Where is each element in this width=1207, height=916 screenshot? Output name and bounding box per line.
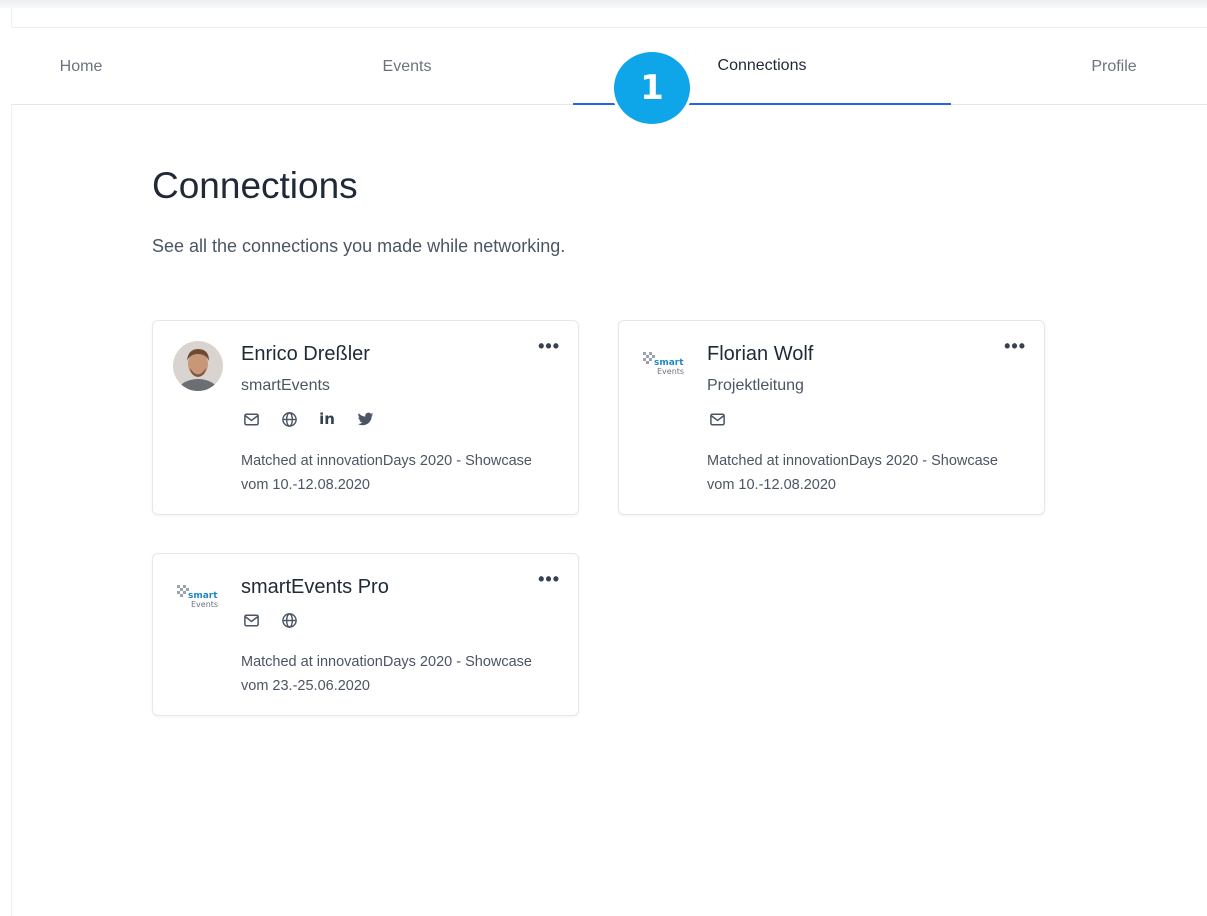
page-title: Connections — [152, 165, 358, 206]
mail-icon[interactable] — [241, 409, 261, 429]
globe-icon[interactable] — [279, 610, 299, 630]
contact-icons — [707, 409, 727, 429]
tab-home-label: Home — [59, 57, 103, 75]
smartevents-logo: smart Events — [171, 582, 225, 612]
connection-card[interactable]: smart Events smartEvents Pro Matched at … — [152, 553, 579, 716]
matched-event: Matched at innovationDays 2020 - Showcas… — [241, 453, 532, 469]
avatar — [173, 341, 223, 391]
more-options-button[interactable]: ••• — [538, 337, 560, 355]
tab-home[interactable]: Home — [11, 28, 151, 105]
twitter-icon[interactable] — [355, 409, 375, 429]
more-options-button[interactable]: ••• — [1004, 337, 1026, 355]
step-badge: 1 — [614, 52, 690, 124]
connection-card[interactable]: Enrico Dreßler smartEvents in Matched at… — [152, 320, 579, 515]
matched-event: Matched at innovationDays 2020 - Showcas… — [241, 654, 532, 670]
tab-profile[interactable]: Profile — [1031, 28, 1197, 105]
tab-events-label: Events — [382, 57, 432, 75]
globe-icon[interactable] — [279, 409, 299, 429]
smartevents-logo: smart Events — [637, 349, 691, 379]
matched-info: Matched at innovationDays 2020 - Showcas… — [707, 449, 1037, 497]
logo-word-events: Events — [657, 367, 684, 376]
connection-name[interactable]: Enrico Dreßler — [241, 343, 370, 366]
tab-events[interactable]: Events — [231, 28, 583, 105]
tab-connections-label: Connections — [717, 56, 807, 74]
matched-info: Matched at innovationDays 2020 - Showcas… — [241, 449, 571, 497]
mail-icon[interactable] — [707, 409, 727, 429]
window-top-edge — [0, 0, 1207, 8]
connection-organization: smartEvents — [241, 377, 330, 394]
top-nav: Home Events Connections Profile — [11, 27, 1207, 105]
matched-info: Matched at innovationDays 2020 - Showcas… — [241, 650, 571, 698]
logo-word-events: Events — [191, 600, 218, 609]
contact-icons — [241, 610, 299, 630]
page-subtitle: See all the connections you made while n… — [152, 236, 566, 256]
more-options-button[interactable]: ••• — [538, 570, 560, 588]
connection-organization: Projektleitung — [707, 377, 804, 394]
matched-date: vom 23.-25.06.2020 — [241, 678, 370, 694]
contact-icons: in — [241, 409, 375, 429]
tab-profile-label: Profile — [1091, 57, 1137, 75]
connection-name[interactable]: Florian Wolf — [707, 343, 813, 366]
connection-name[interactable]: smartEvents Pro — [241, 576, 389, 599]
linkedin-label: in — [319, 410, 335, 428]
matched-date: vom 10.-12.08.2020 — [707, 477, 836, 493]
mail-icon[interactable] — [241, 610, 261, 630]
linkedin-icon[interactable]: in — [317, 409, 337, 429]
matched-event: Matched at innovationDays 2020 - Showcas… — [707, 453, 998, 469]
connection-card[interactable]: smart Events Florian Wolf Projektleitung… — [618, 320, 1045, 515]
matched-date: vom 10.-12.08.2020 — [241, 477, 370, 493]
